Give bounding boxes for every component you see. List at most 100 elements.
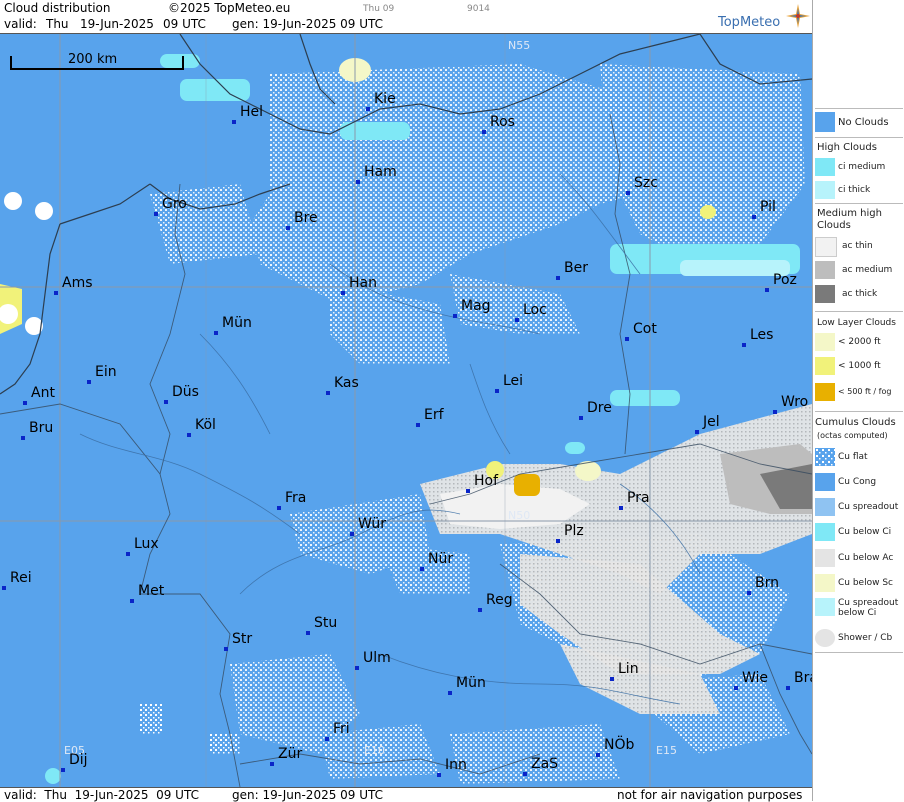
city-label: Cot <box>625 321 657 341</box>
city-label: Wür <box>350 516 386 536</box>
city-dot <box>130 599 134 603</box>
legend-cu-sub: (octas computed) <box>817 431 888 440</box>
city-label: Gro <box>154 196 187 216</box>
city-label: Kas <box>326 375 359 395</box>
city-dot <box>23 401 27 405</box>
city-name: Wro <box>781 394 809 410</box>
city-dot <box>350 532 354 536</box>
city-name: Les <box>750 327 774 343</box>
valid-day: Thu <box>46 17 69 31</box>
city-label: Fri <box>325 721 350 741</box>
city-name: Kie <box>374 91 396 107</box>
city-dot <box>326 391 330 395</box>
city-name: Hof <box>474 473 499 489</box>
city-dot <box>448 691 452 695</box>
city-dot <box>87 380 91 384</box>
city-label: Fra <box>277 490 307 510</box>
city-dot <box>579 416 583 420</box>
city-dot <box>356 180 360 184</box>
city-label: Pra <box>619 490 650 510</box>
city-name: Cot <box>633 321 657 337</box>
city-name: Met <box>138 583 165 599</box>
city-name: Wie <box>742 670 769 686</box>
city-dot <box>742 343 746 347</box>
copyright: ©2025 TopMeteo.eu <box>168 1 291 15</box>
valid-date: 19-Jun-2025 <box>80 17 154 31</box>
city-dot <box>556 539 560 543</box>
city-dot <box>224 647 228 651</box>
city-name: Ein <box>95 364 117 380</box>
city-dot <box>752 215 756 219</box>
city-name: Lei <box>503 373 524 389</box>
city-label: Lei <box>495 373 524 393</box>
city-name: Inn <box>445 757 467 773</box>
city-name: Dij <box>69 752 88 768</box>
city-label: Szc <box>626 175 658 195</box>
city-dot <box>625 337 629 341</box>
city-dot <box>325 737 329 741</box>
city-dot <box>734 686 738 690</box>
city-dot <box>556 276 560 280</box>
city-dot <box>61 768 65 772</box>
city-name: Lux <box>134 536 159 552</box>
city-name: Jel <box>703 414 720 430</box>
city-dot <box>478 608 482 612</box>
city-dot <box>453 314 457 318</box>
cloud-map[interactable]: 200 km N55 N50 E05 E10 E15 Hel Kie Ros Szc P… <box>0 34 812 787</box>
city-dot <box>286 226 290 230</box>
city-label: Kie <box>366 91 396 111</box>
city-label: Jel <box>695 414 720 434</box>
city-name: Kas <box>334 375 359 391</box>
city-dot <box>747 591 751 595</box>
city-dot <box>773 410 777 414</box>
city-dot <box>466 489 470 493</box>
city-label: Ein <box>87 364 117 384</box>
city-dot <box>2 586 6 590</box>
city-label: Dre <box>579 400 612 420</box>
city-dot <box>306 631 310 635</box>
city-label: Mün <box>214 315 252 335</box>
grid-label-n50: N50 <box>508 509 531 522</box>
grid-label-e10: E10 <box>364 744 385 757</box>
city-label: Wie <box>734 670 769 690</box>
city-name: Ber <box>564 260 588 276</box>
city-dot <box>482 130 486 134</box>
city-name: Ams <box>62 275 93 291</box>
city-name: Pil <box>760 199 776 215</box>
city-name: Mün <box>222 315 252 331</box>
city-name: Fra <box>285 490 307 506</box>
city-dot <box>786 686 790 690</box>
city-label: Brn <box>747 575 779 595</box>
grid-label-e15: E15 <box>656 744 677 757</box>
city-dot <box>355 666 359 670</box>
city-dot <box>341 291 345 295</box>
map-footer: valid: Thu 19-Jun-2025 09 UTC gen: 19-Ju… <box>0 787 812 802</box>
city-label: Plz <box>556 523 584 543</box>
city-dot <box>270 762 274 766</box>
city-name: Stu <box>314 615 338 631</box>
city-label: Hel <box>232 104 263 124</box>
city-dot <box>619 506 623 510</box>
city-dot <box>416 423 420 427</box>
city-label: Mün <box>448 675 486 695</box>
city-dot <box>610 677 614 681</box>
city-label: Ant <box>23 385 55 405</box>
city-label: Loc <box>515 302 547 322</box>
city-dot <box>21 436 25 440</box>
city-label: Hof <box>466 473 499 493</box>
city-label: Nür <box>420 551 453 571</box>
city-label: Düs <box>164 384 199 404</box>
footer-gen: gen: 19-Jun-2025 09 UTC <box>232 788 384 802</box>
city-name: Gro <box>162 196 187 212</box>
city-label: ZaS <box>523 756 558 776</box>
city-label: Wro <box>773 394 809 414</box>
map-header: Cloud distribution ©2025 TopMeteo.eu Thu… <box>0 0 812 34</box>
city-name: Str <box>232 631 253 647</box>
city-name: Bru <box>29 420 54 436</box>
footer-note: not for air navigation purposes <box>617 788 803 802</box>
legend-panel: No Clouds High Clouds ci medium ci thick… <box>812 0 904 801</box>
city-label: Bre <box>286 210 318 230</box>
city-name: Lin <box>618 661 639 677</box>
city-label: Dij <box>61 752 88 772</box>
city-dot <box>523 772 527 776</box>
